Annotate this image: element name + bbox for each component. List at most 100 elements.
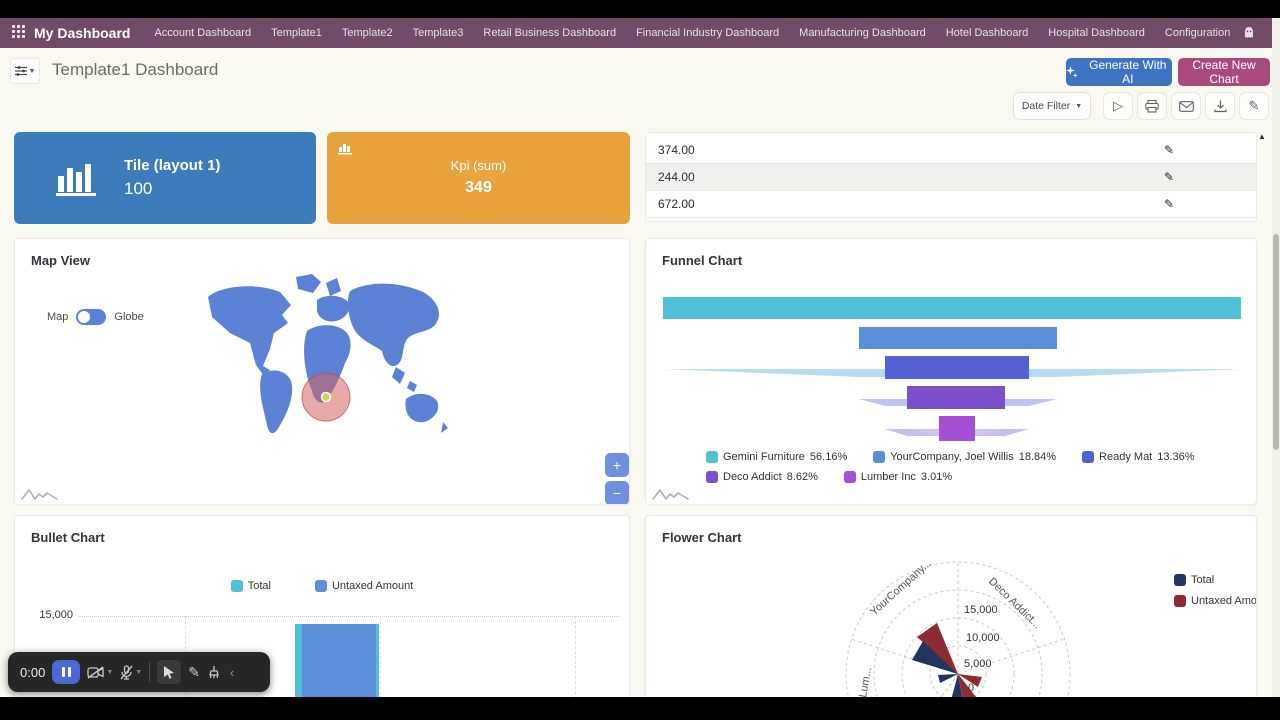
card-title: Bullet Chart (31, 530, 105, 545)
legend-swatch (706, 451, 718, 463)
bullet-legend: Total Untaxed Amount (15, 580, 629, 592)
legend-item[interactable]: Untaxed Amount (315, 580, 413, 592)
pencil-icon[interactable]: ✎ (1164, 164, 1174, 191)
bullet-bar-untaxed[interactable] (302, 624, 376, 697)
legend-swatch (873, 451, 885, 463)
chevron-down-icon[interactable]: ▼ (106, 669, 113, 676)
tile-label: Kpi (sum) (327, 158, 630, 173)
pen-tool-button[interactable]: ✎ (188, 664, 200, 681)
legend-item[interactable]: Total (1174, 574, 1257, 586)
nav-item-account-dashboard[interactable]: Account Dashboard (144, 18, 261, 48)
category-label: Lum... (857, 666, 874, 697)
page-title: Template1 Dashboard (52, 60, 218, 80)
chevron-down-icon[interactable]: ▼ (135, 669, 142, 676)
map-globe-switch[interactable] (76, 309, 106, 325)
toggle-label-globe: Globe (114, 311, 143, 323)
nav-item-template1[interactable]: Template1 (261, 18, 332, 48)
legend-item[interactable]: YourCompany, Joel Willis18.84% (873, 451, 1056, 463)
card-title: Map View (31, 253, 90, 268)
date-filter-dropdown[interactable]: Date Filter ▼ (1013, 92, 1091, 120)
letterbox-bottom (0, 697, 1280, 720)
nav-item-template3[interactable]: Template3 (403, 18, 474, 48)
legend-item[interactable]: Total (231, 580, 271, 592)
mic-off-button[interactable]: ▼ (120, 665, 142, 680)
amcharts-logo[interactable] (652, 487, 690, 501)
camera-off-button[interactable]: ▼ (87, 666, 113, 679)
edit-dashboard-button[interactable]: ✎ (1239, 92, 1269, 120)
nav-item-manufacturing[interactable]: Manufacturing Dashboard (789, 18, 936, 48)
app-brand[interactable]: My Dashboard (34, 25, 130, 41)
pause-recording-button[interactable] (52, 660, 80, 684)
amcharts-logo[interactable] (21, 487, 59, 501)
tile-label: Tile (layout 1) (124, 157, 220, 174)
list-row[interactable]: 374.00 ✎ (646, 137, 1256, 164)
list-row[interactable]: 672.00 ✎ (646, 191, 1256, 218)
mic-off-icon (120, 665, 133, 680)
layout-filter-button[interactable]: ▼ (10, 58, 40, 84)
map-view-card: Map View Map Globe (14, 238, 630, 505)
tile-value: 349 (327, 179, 630, 197)
switch-knob (78, 311, 90, 323)
legend-item[interactable]: Untaxed Amount (1174, 595, 1257, 607)
gridline (380, 616, 381, 697)
pencil-icon[interactable]: ✎ (1164, 137, 1174, 164)
radial-tick: 10,000 (966, 632, 1000, 644)
legend-item[interactable]: Deco Addict8.62% (706, 471, 818, 483)
list-view-card: 374.00 ✎ 244.00 ✎ 672.00 ✎ (645, 132, 1257, 222)
bar-chart-icon (337, 140, 353, 155)
download-icon (1214, 100, 1227, 113)
map-zoom-in-button[interactable]: + (605, 453, 629, 477)
legend-item[interactable]: Gemini Furniture56.16% (706, 451, 847, 463)
nav-item-configuration[interactable]: Configuration (1155, 18, 1240, 48)
pencil-icon[interactable]: ✎ (1164, 191, 1174, 218)
y-axis-tick: 15,000 (29, 609, 73, 621)
sliders-icon (15, 66, 27, 76)
legend-swatch (706, 471, 718, 483)
apps-grid-icon[interactable] (12, 25, 26, 41)
letterbox-top (0, 0, 1280, 18)
category-label: YourCompany... (868, 557, 934, 618)
envelope-icon (1179, 101, 1194, 112)
create-new-chart-button[interactable]: Create New Chart (1178, 58, 1270, 86)
camera-off-icon (87, 666, 104, 679)
legend-item[interactable]: Lumber Inc3.01% (844, 471, 952, 483)
card-title: Funnel Chart (662, 253, 742, 268)
flower-legend: Total Untaxed Amount (1174, 574, 1257, 607)
legend-item[interactable]: Ready Mat13.36% (1082, 451, 1195, 463)
cursor-tool-button[interactable] (157, 660, 181, 684)
generate-with-ai-button[interactable]: Generate With AI (1066, 58, 1172, 86)
mail-button[interactable] (1171, 92, 1201, 120)
list-row[interactable]: 244.00 ✎ (646, 164, 1256, 191)
radial-tick: 5,000 (964, 658, 992, 670)
list-value: 672.00 (658, 197, 695, 211)
print-button[interactable] (1137, 92, 1167, 120)
kpi-tile-layout1[interactable]: Tile (layout 1) 100 (14, 132, 316, 224)
download-button[interactable] (1205, 92, 1235, 120)
kpi-tile-sum[interactable]: Kpi (sum) 349 (327, 132, 630, 224)
nav-item-template2[interactable]: Template2 (332, 18, 403, 48)
ghost-icon[interactable] (1240, 24, 1258, 42)
gridline (575, 616, 576, 697)
nav-item-hotel[interactable]: Hotel Dashboard (936, 18, 1039, 48)
scroll-up-arrow-icon[interactable]: ▲ (1258, 132, 1266, 141)
legend-swatch (315, 580, 327, 592)
world-map[interactable] (200, 269, 456, 454)
funnel-chart[interactable] (646, 289, 1257, 449)
nav-item-hospital[interactable]: Hospital Dashboard (1038, 18, 1155, 48)
nav-item-retail-business[interactable]: Retail Business Dashboard (473, 18, 626, 48)
play-button[interactable]: ▷ (1103, 92, 1133, 120)
page-scrollbar-thumb[interactable] (1273, 234, 1279, 450)
collapse-toolbar-button[interactable]: ‹ (230, 665, 234, 680)
radial-tick: 15,000 (964, 604, 998, 616)
gridline (79, 616, 619, 617)
toggle-label-map: Map (47, 311, 68, 323)
radial-tick: 0 (968, 682, 974, 694)
cursor-icon (163, 665, 175, 679)
map-zoom-out-button[interactable]: − (605, 481, 629, 505)
funnel-legend: Gemini Furniture56.16% YourCompany, Joel… (706, 451, 1236, 483)
list-value: 374.00 (658, 143, 695, 157)
clear-tool-button[interactable] (207, 665, 221, 679)
flower-chart[interactable]: 15,000 10,000 5,000 0 YourCompany... Dec… (646, 516, 1257, 697)
screen-recorder-toolbar: 0:00 ▼ ▼ ✎ ‹ (8, 652, 270, 692)
nav-item-financial-industry[interactable]: Financial Industry Dashboard (626, 18, 789, 48)
